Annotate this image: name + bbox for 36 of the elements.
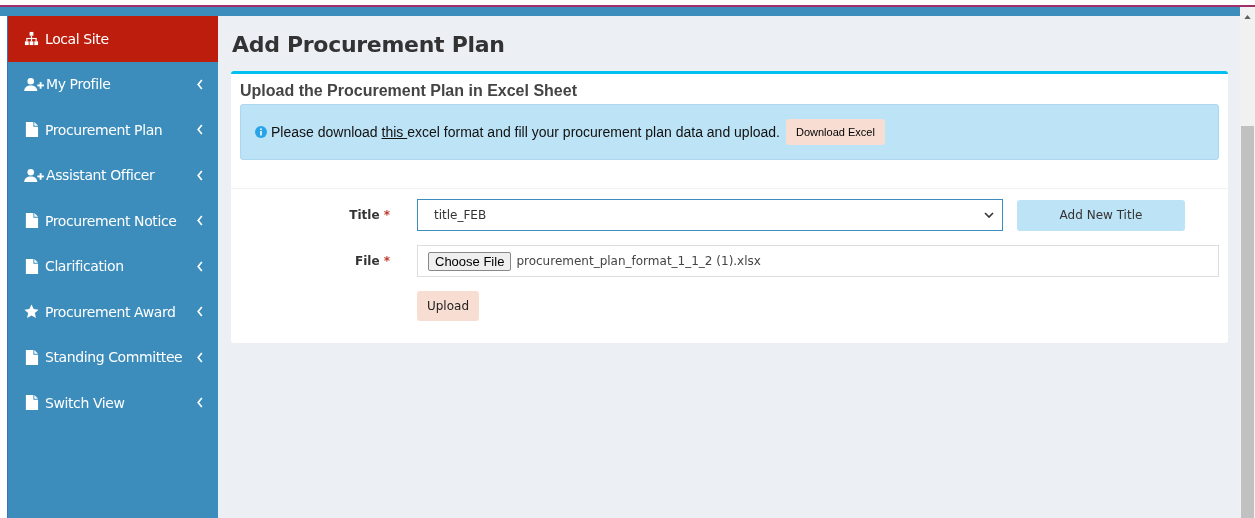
scrollbar-thumb[interactable] bbox=[1241, 126, 1254, 518]
file-name: procurement_plan_format_1_1_2 (1).xlsx bbox=[516, 254, 761, 268]
file-label: File * bbox=[353, 254, 391, 268]
file-icon bbox=[24, 349, 39, 365]
file-icon bbox=[24, 213, 39, 229]
notice-text: Please download this excel format and fill your procurement plan data and upload. bbox=[271, 124, 780, 140]
card-title: Upload the Procurement Plan in Excel Sheet bbox=[240, 82, 578, 100]
sidebar-item[interactable]: Switch View bbox=[8, 380, 218, 426]
sidebar-item[interactable]: Assistant Officer bbox=[8, 152, 218, 198]
chevron-down-icon bbox=[984, 212, 994, 218]
file-icon bbox=[24, 122, 39, 138]
star-icon bbox=[24, 304, 39, 320]
user-plus-icon bbox=[24, 76, 45, 92]
download-link[interactable]: this bbox=[381, 124, 408, 140]
add-new-title-button[interactable]: Add New Title bbox=[1017, 199, 1185, 231]
title-select[interactable]: title_FEB bbox=[417, 199, 1003, 231]
file-icon bbox=[24, 258, 39, 274]
page-title: Add Procurement Plan bbox=[232, 32, 506, 57]
title-label: Title * bbox=[348, 208, 391, 222]
file-input[interactable]: Choose File procurement_plan_format_1_1_2 (1).xlsx bbox=[417, 245, 1219, 277]
choose-file-button[interactable]: Choose File bbox=[428, 251, 512, 271]
sidebar-item[interactable]: Procurement Award bbox=[8, 289, 218, 335]
sidebar-item[interactable]: Local Site bbox=[8, 16, 218, 62]
sidebar-item[interactable]: Procurement Notice bbox=[8, 198, 218, 244]
upload-button[interactable]: Upload bbox=[417, 291, 479, 321]
sidebar-item[interactable]: My Profile bbox=[8, 61, 218, 107]
sidebar-item[interactable]: Procurement Plan bbox=[8, 107, 218, 153]
user-plus-icon bbox=[24, 167, 45, 183]
scroll-up-icon[interactable] bbox=[1244, 15, 1251, 19]
sidebar-item[interactable]: Clarification bbox=[8, 243, 218, 289]
download-excel-button[interactable]: Download Excel bbox=[786, 119, 885, 145]
sitemap-icon bbox=[24, 31, 39, 47]
info-icon bbox=[255, 126, 267, 138]
file-icon bbox=[24, 395, 39, 411]
scrollbar[interactable] bbox=[1240, 7, 1255, 518]
sidebar-item[interactable]: Standing Committee bbox=[8, 334, 218, 380]
